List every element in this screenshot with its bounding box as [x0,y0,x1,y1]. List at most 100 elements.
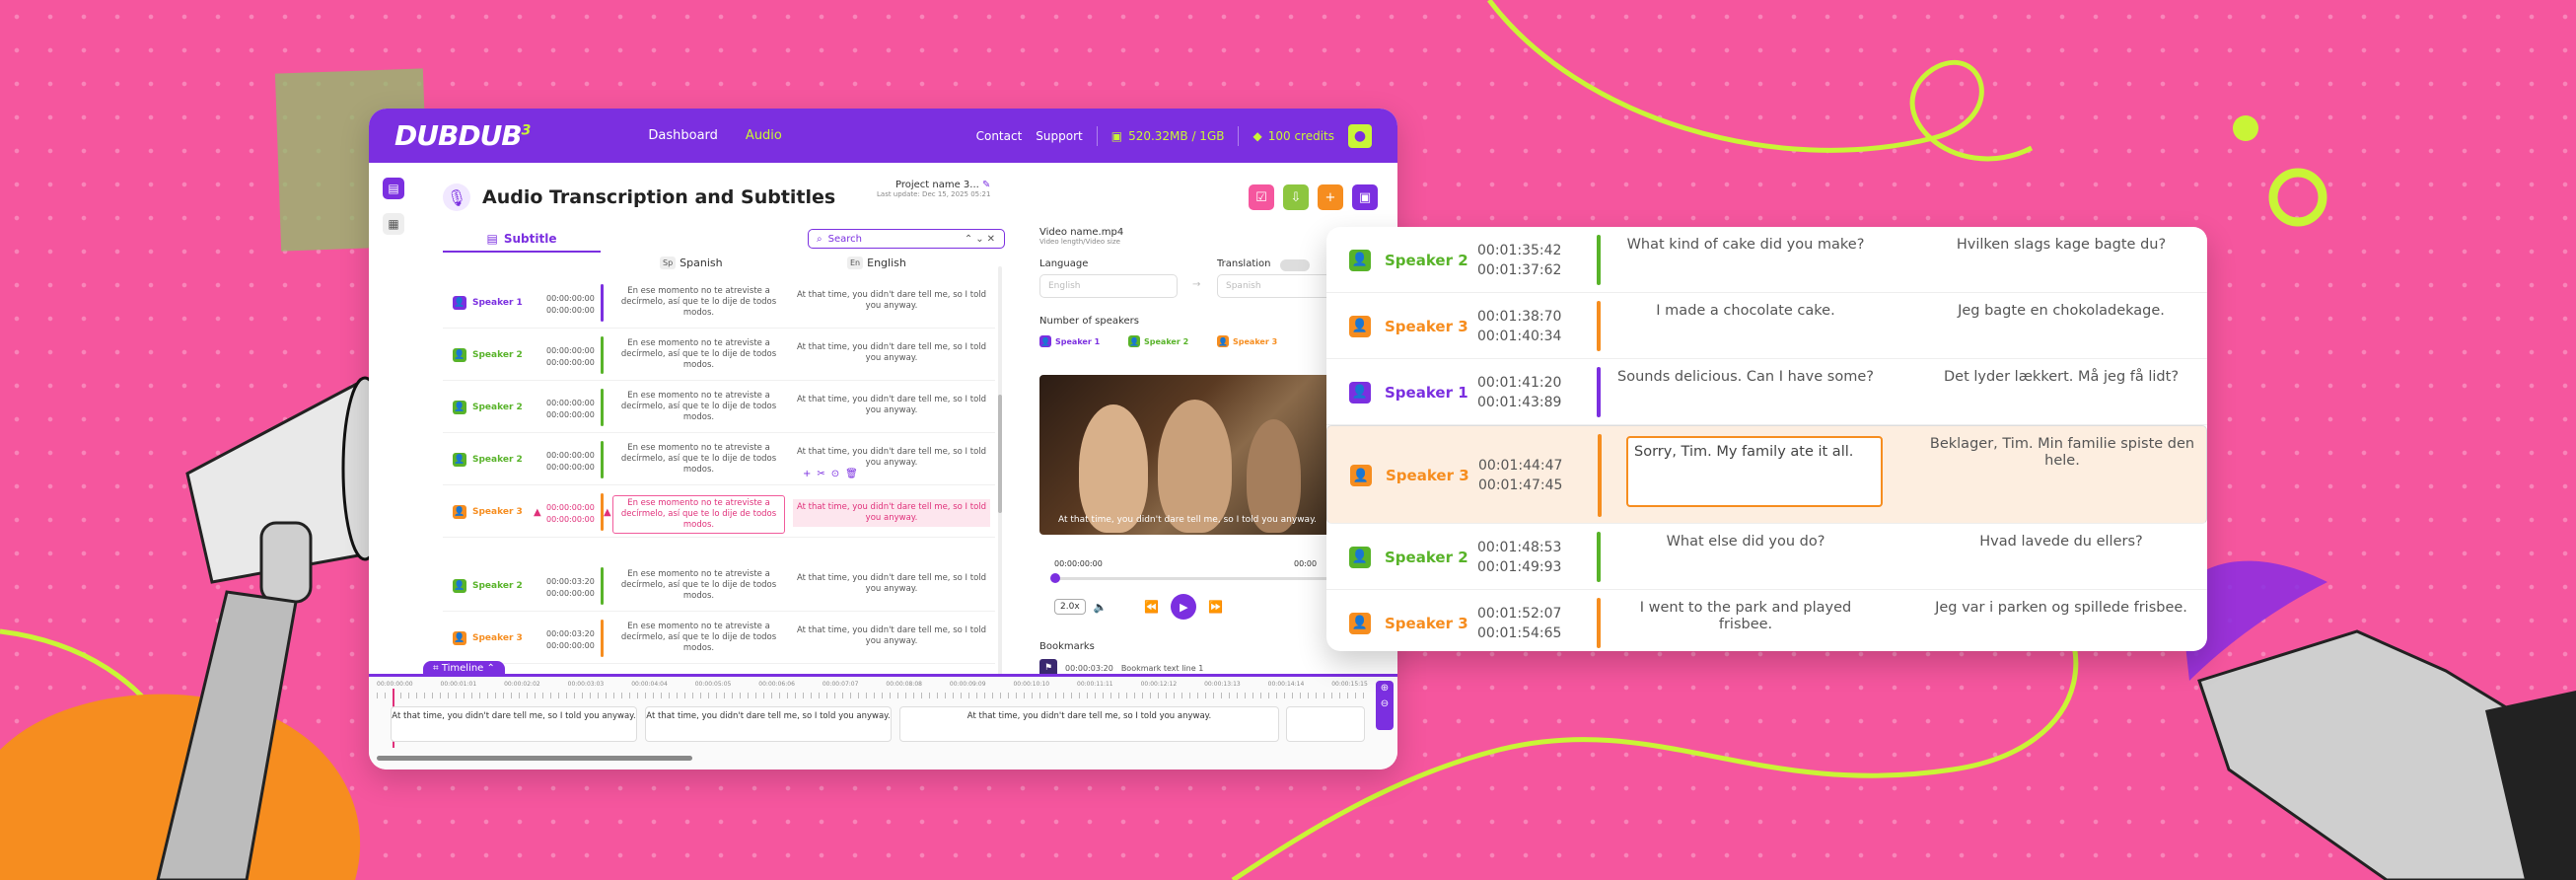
timeline-clip[interactable]: At that time, you didn't dare tell me, s… [645,706,892,742]
transcript-edit-input[interactable]: Sorry, Tim. My family ate it all. [1626,436,1883,507]
source-text[interactable]: En ese momento no te atreviste a decírme… [612,495,785,534]
translation-text[interactable]: Det lyder lækkert. Må jeg få lidt? [1918,369,2204,386]
source-language-select[interactable]: English [1039,274,1178,298]
speaker-label[interactable]: 👤 Speaker 1 [1349,381,1468,403]
seek-bar[interactable] [1050,573,1340,583]
timecode[interactable]: 00:01:48:53 00:01:49:93 [1477,538,1561,577]
timeline-clip[interactable]: At that time, you didn't dare tell me, s… [899,706,1279,742]
timecode[interactable]: 00:00:00:00 00:00:00:00 [546,398,595,421]
subtitle-row[interactable]: 👤 Speaker 2 00:00:00:00 00:00:00:00 En ese m… [443,329,995,381]
search-nav-controls[interactable]: ⌃⌄✕ [965,234,1004,245]
transcript-row[interactable]: 👤 Speaker 3 00:01:44:47 00:01:47:45 Sorry, T… [1326,425,2207,524]
translated-text[interactable]: At that time, you didn't dare tell me, s… [793,395,990,416]
transcript-row[interactable]: 👤 Speaker 2 00:01:48:53 00:01:49:93 What els… [1326,524,2207,590]
subtitle-panel-icon[interactable]: ▤ [383,178,404,199]
timecode[interactable]: 00:01:38:70 00:01:40:34 [1477,307,1561,346]
translated-text[interactable]: At that time, you didn't dare tell me, s… [793,625,990,647]
speaker-label[interactable]: 👤 Speaker 2 [453,453,523,467]
check-task-icon[interactable]: ☑ [1249,184,1274,210]
translated-text[interactable]: At that time, you didn't dare tell me, s… [793,499,990,527]
translated-text[interactable]: At that time, you didn't dare tell me, s… [793,447,990,469]
translation-text[interactable]: Hvad lavede du ellers? [1918,534,2204,550]
add-icon[interactable]: + [1318,184,1343,210]
speaker-label[interactable]: 👤 Speaker 3 [453,631,523,645]
timecode[interactable]: 00:00:03:20 00:00:00:00 [546,628,595,652]
transcript-row[interactable]: 👤 Speaker 3 00:01:38:70 00:01:40:34 I made a… [1326,293,2207,359]
timeline-clip-partial[interactable] [1286,706,1365,742]
speaker-label[interactable]: 👤 Speaker 2 [1349,546,1468,568]
subtitle-row[interactable]: 👤 Speaker 3 00:00:00:00 00:00:00:00 En ese m… [443,485,995,538]
volume-icon[interactable]: 🔈 [1094,601,1108,614]
timecode[interactable]: 00:01:44:47 00:01:47:45 [1478,456,1562,495]
source-text[interactable]: En ese momento no te atreviste a decírme… [612,286,785,319]
timecode[interactable]: 00:00:00:00 00:00:00:00 [546,450,595,474]
row-tools[interactable]: +✂⊙🗑 [803,469,864,479]
transcript-text[interactable]: Sounds delicious. Can I have some? [1617,369,1874,386]
source-text[interactable]: En ese momento no te atreviste a decírme… [612,391,785,423]
translation-toggle[interactable] [1280,259,1310,271]
timecode[interactable]: 00:00:00:00 00:00:00:00 [546,345,595,369]
search-input[interactable]: ⌕ Search ⌃⌄✕ [808,229,1005,249]
dubdub-logo[interactable]: DUBDUB3 [394,119,531,152]
zoom-controls[interactable]: ⊕ ⊖ [1376,681,1394,730]
speaker-label[interactable]: 👤 Speaker 1 [453,296,523,310]
source-text[interactable]: En ese momento no te atreviste a decírme… [612,338,785,371]
translation-text[interactable]: Jeg var i parken og spillede frisbee. [1918,600,2204,617]
document-icon[interactable]: ▦ [383,213,404,235]
source-text[interactable]: En ese momento no te atreviste a decírme… [612,569,785,602]
seek-handle[interactable] [1050,573,1060,583]
rewind-icon[interactable]: ⏪ [1144,600,1159,614]
edit-pencil-icon[interactable]: ✎ [982,180,990,190]
transcript-row[interactable]: 👤 Speaker 1 00:01:41:20 00:01:43:89 Sounds d… [1326,359,2207,425]
video-preview[interactable]: At that time, you didn't dare tell me, s… [1039,375,1335,535]
source-text[interactable]: En ese momento no te atreviste a decírme… [612,443,785,476]
timecode[interactable]: 00:00:03:20 00:00:00:00 [546,576,595,600]
speaker-chip[interactable]: 👤 Speaker 1 [1039,335,1100,347]
subtitle-row[interactable]: 👤 Speaker 3 00:00:03:20 00:00:00:00 En ese m… [443,612,995,664]
speaker-label[interactable]: 👤 Speaker 2 [453,401,523,414]
forward-icon[interactable]: ⏩ [1208,600,1223,614]
speaker-label[interactable]: 👤 Speaker 2 [1349,249,1468,271]
speaker-label[interactable]: 👤 Speaker 3 [1349,612,1468,634]
timecode[interactable]: 00:00:00:00 00:00:00:00 [546,502,595,526]
translation-text[interactable]: Jeg bagte en chokoladekage. [1918,303,2204,320]
speaker-label[interactable]: 👤 Speaker 3 [1350,465,1469,486]
nav-dashboard[interactable]: Dashboard [648,128,718,143]
speaker-chip[interactable]: 👤 Speaker 3 [1217,335,1277,347]
timecode[interactable]: 00:01:41:20 00:01:43:89 [1477,373,1561,412]
subtitle-row[interactable]: 👤 Speaker 2 00:00:00:00 00:00:00:00 En ese m… [443,433,995,485]
nav-audio[interactable]: Audio [746,128,782,143]
transcript-text[interactable]: What kind of cake did you make? [1617,237,1874,254]
play-button[interactable]: ▶ [1171,594,1197,620]
transcript-text[interactable]: What else did you do? [1617,534,1874,550]
speaker-label[interactable]: 👤 Speaker 2 [453,348,523,362]
subtitle-row[interactable]: 👤 Speaker 2 00:00:03:20 00:00:00:00 En ese m… [443,559,995,612]
subtitle-row[interactable]: 👤 Speaker 2 00:00:00:00 00:00:00:00 En ese m… [443,381,995,433]
transcript-text[interactable]: I went to the park and played frisbee. [1617,600,1874,633]
speaker-chip[interactable]: 👤 Speaker 2 [1128,335,1188,347]
source-text[interactable]: En ese momento no te atreviste a decírme… [612,622,785,654]
timecode[interactable]: 00:00:00:00 00:00:00:00 [546,293,595,317]
project-name[interactable]: Project name 3... [895,180,979,190]
translation-text[interactable]: Beklager, Tim. Min familie spiste den he… [1919,436,2205,470]
save-icon[interactable]: ▣ [1352,184,1378,210]
translation-text[interactable]: Hvilken slags kage bagte du? [1918,237,2204,254]
speaker-label[interactable]: 👤 Speaker 2 [453,579,523,593]
translated-text[interactable]: At that time, you didn't dare tell me, s… [793,573,990,595]
target-language-select[interactable]: Spanish [1217,274,1335,298]
user-avatar[interactable]: ● [1348,123,1372,148]
timecode[interactable]: 00:01:35:42 00:01:37:62 [1477,241,1561,280]
rows-scrollbar[interactable] [998,266,1002,700]
support-link[interactable]: Support [1036,129,1082,143]
tab-subtitle[interactable]: ▤ Subtitle [443,227,601,253]
contact-link[interactable]: Contact [976,129,1023,143]
download-icon[interactable]: ⇩ [1283,184,1309,210]
speaker-label[interactable]: 👤 Speaker 3 [1349,315,1468,337]
transcript-row[interactable]: 👤 Speaker 3 00:01:52:07 00:01:54:65 I went t… [1326,590,2207,651]
timeline-clip[interactable]: At that time, you didn't dare tell me, s… [391,706,637,742]
timecode[interactable]: 00:01:52:07 00:01:54:65 [1477,604,1561,643]
transcript-text[interactable]: I made a chocolate cake. [1617,303,1874,320]
transcript-row[interactable]: 👤 Speaker 2 00:01:35:42 00:01:37:62 What kin… [1326,227,2207,293]
speed-select[interactable]: 2.0x [1054,599,1086,615]
speaker-label[interactable]: 👤 Speaker 3 [453,505,523,519]
